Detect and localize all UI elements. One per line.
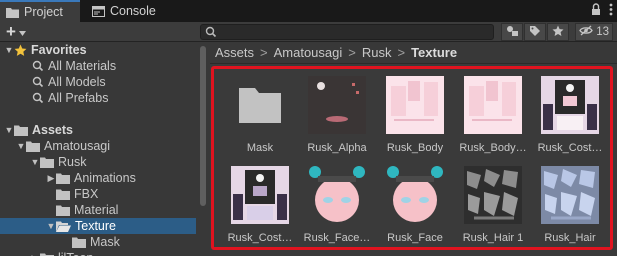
breadcrumb: Assets > Amatousagi > Rusk > Texture	[210, 42, 617, 64]
tree-item-label: Mask	[90, 235, 120, 249]
favorite-button[interactable]	[547, 23, 569, 41]
folder-icon	[26, 141, 40, 152]
tree-item-label: Amatousagi	[44, 139, 111, 153]
hidden-count-value: 13	[596, 26, 609, 38]
hidden-packages-toggle[interactable]: 13	[575, 23, 613, 41]
eye-hidden-icon	[579, 25, 593, 39]
breadcrumb-rusk[interactable]: Rusk	[362, 45, 392, 60]
tree-item-label: Material	[74, 203, 119, 217]
folder-icon	[6, 7, 19, 18]
star-icon	[552, 25, 564, 40]
tree-item-label: Assets	[32, 123, 73, 137]
folder-icon	[14, 125, 28, 136]
star-icon	[14, 44, 27, 57]
search-icon	[32, 76, 44, 88]
chevron-down-icon	[18, 25, 26, 39]
create-label: +	[6, 21, 16, 41]
tree-item-all-prefabs[interactable]: All Prefabs	[0, 90, 196, 106]
shapes-icon	[506, 25, 519, 40]
tab-console[interactable]: Console	[86, 0, 166, 22]
tree-item-texture[interactable]: ▼ Texture	[0, 218, 196, 234]
lock-icon[interactable]	[591, 3, 601, 19]
create-button[interactable]: +	[6, 23, 36, 40]
search-icon	[205, 26, 217, 41]
search-by-label-button[interactable]	[524, 23, 546, 41]
chevron-right-icon: >	[348, 45, 356, 60]
tree-item-favorites[interactable]: ▼ Favorites	[0, 42, 196, 58]
chevron-right-icon: >	[397, 45, 406, 60]
tree-item-label: FBX	[74, 187, 99, 201]
folder-icon	[72, 237, 86, 248]
search-icon	[32, 60, 44, 72]
tree-item-material[interactable]: Material	[0, 202, 196, 218]
project-toolbar: + 13	[0, 22, 617, 42]
tree-item-assets[interactable]: ▼ Assets	[0, 122, 196, 138]
search-input[interactable]	[200, 24, 494, 40]
more-options-icon[interactable]	[609, 3, 613, 19]
tree-item-all-materials[interactable]: All Materials	[0, 58, 196, 74]
expanded-arrow-icon[interactable]: ▼	[46, 221, 56, 231]
tree-item-amatousagi[interactable]: ▼ Amatousagi	[0, 138, 196, 154]
search-by-type-button[interactable]	[501, 23, 523, 41]
window-controls	[591, 3, 613, 19]
console-icon	[92, 5, 105, 17]
tree-item-label: Texture	[75, 219, 116, 233]
tab-strip: Project Console	[0, 0, 617, 22]
search-icon	[32, 92, 44, 104]
collapsed-arrow-icon[interactable]: ▶	[30, 253, 40, 256]
folder-icon	[56, 173, 70, 184]
tree-item-label: All Materials	[48, 59, 117, 73]
tree-item-label: All Models	[48, 75, 106, 89]
tree-item-fbx[interactable]: FBX	[0, 186, 196, 202]
tree-item-mask[interactable]: Mask	[0, 234, 196, 250]
breadcrumb-assets[interactable]: Assets	[215, 45, 254, 60]
breadcrumb-amatousagi[interactable]: Amatousagi	[274, 45, 343, 60]
tree-item-label: Animations	[74, 171, 136, 185]
highlight-annotation-box	[211, 66, 613, 250]
expanded-arrow-icon[interactable]: ▼	[4, 125, 14, 135]
expanded-arrow-icon[interactable]: ▼	[16, 141, 26, 151]
tree-item-label: lilToon	[58, 251, 93, 256]
expanded-arrow-icon[interactable]: ▼	[30, 157, 40, 167]
tree-item-label: All Prefabs	[48, 91, 109, 105]
tree-item-all-models[interactable]: All Models	[0, 74, 196, 90]
collapsed-arrow-icon[interactable]: ▶	[46, 173, 56, 184]
tab-project[interactable]: Project	[0, 0, 80, 22]
folder-icon	[56, 205, 70, 216]
breadcrumb-texture[interactable]: Texture	[411, 45, 457, 60]
tree-item-rusk[interactable]: ▼ Rusk	[0, 154, 196, 170]
folder-open-icon	[56, 221, 71, 232]
tab-console-label: Console	[110, 4, 156, 18]
tree-item-animations[interactable]: ▶ Animations	[0, 170, 196, 186]
folder-icon	[56, 189, 70, 200]
folder-icon	[40, 253, 54, 256]
expanded-arrow-icon[interactable]: ▼	[4, 45, 14, 55]
tree-scrollbar[interactable]	[200, 46, 206, 206]
tree-item-liltoon[interactable]: ▶ lilToon	[0, 250, 196, 256]
folder-icon	[40, 157, 54, 168]
tree-item-label: Rusk	[58, 155, 87, 169]
project-tree: ▼ Favorites All Materials All Models All…	[0, 42, 198, 256]
chevron-right-icon: >	[260, 45, 268, 60]
tree-item-label: Favorites	[31, 43, 87, 57]
tab-project-label: Project	[24, 5, 63, 19]
tag-icon	[529, 25, 541, 40]
